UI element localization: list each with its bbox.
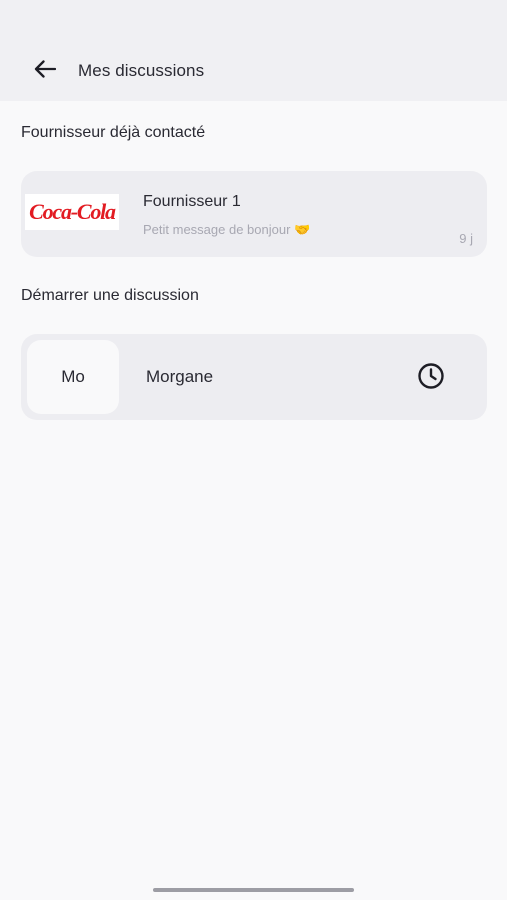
clock-icon bbox=[417, 362, 445, 395]
conversation-name: Fournisseur 1 bbox=[143, 193, 241, 210]
back-button[interactable] bbox=[28, 56, 62, 86]
conversation-preview: Petit message de bonjour 🤝 bbox=[143, 222, 311, 237]
contact-item[interactable]: Mo Morgane bbox=[21, 334, 487, 420]
conversation-time: 9 j bbox=[459, 231, 473, 246]
history-button[interactable] bbox=[416, 362, 446, 395]
conversation-item[interactable]: Coca-Cola Fournisseur 1 Petit message de… bbox=[21, 171, 487, 257]
arrow-left-icon bbox=[34, 59, 57, 83]
home-indicator bbox=[153, 888, 354, 892]
supplier-logo: Coca-Cola bbox=[25, 194, 119, 230]
section-title-start: Démarrer une discussion bbox=[21, 287, 199, 304]
avatar: Mo bbox=[27, 340, 119, 414]
section-title-contacted: Fournisseur déjà contacté bbox=[21, 124, 206, 141]
svg-text:Coca-Cola: Coca-Cola bbox=[29, 199, 116, 224]
contact-name: Morgane bbox=[146, 367, 214, 386]
app-header: Mes discussions bbox=[0, 0, 507, 101]
page-title: Mes discussions bbox=[78, 61, 205, 80]
